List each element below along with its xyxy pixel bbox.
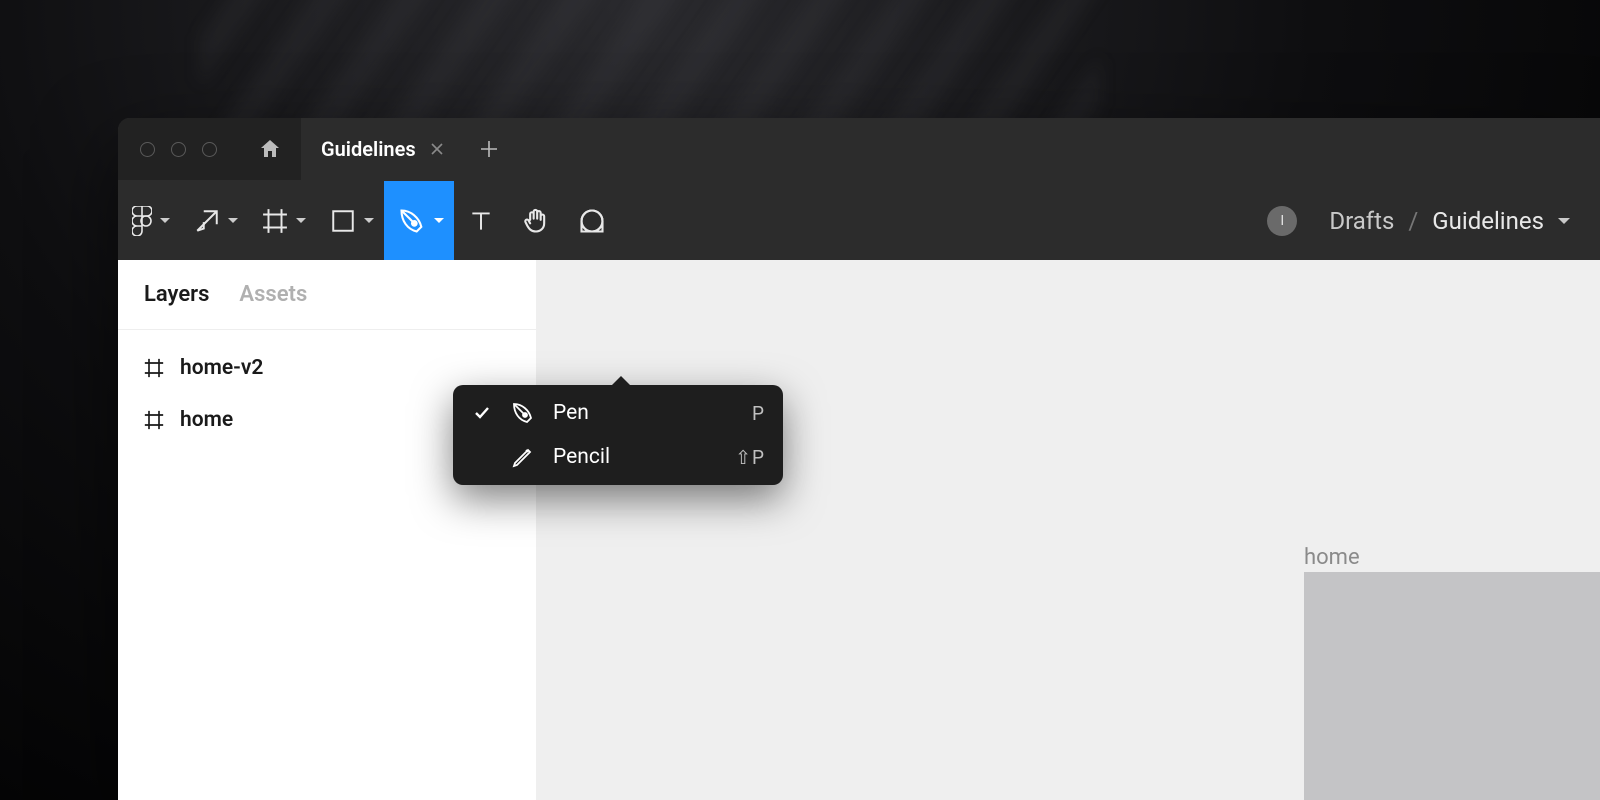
pencil-icon [509, 445, 537, 469]
chevron-down-icon [160, 218, 170, 223]
layer-name: home-v2 [180, 356, 263, 380]
tool-comment[interactable] [564, 181, 620, 260]
chevron-down-icon [434, 218, 444, 223]
dropdown-item-label: Pencil [553, 445, 719, 469]
canvas[interactable]: home [536, 260, 1600, 800]
canvas-frame[interactable] [1304, 572, 1600, 800]
tab-guidelines[interactable]: Guidelines [301, 118, 464, 180]
sidebar-tabs: Layers Assets [118, 260, 536, 330]
chevron-down-icon [364, 218, 374, 223]
tab-close-button[interactable] [430, 142, 444, 156]
tool-text[interactable] [454, 181, 508, 260]
frame-icon [262, 208, 288, 234]
pen-icon [398, 207, 426, 235]
toolbar: I Drafts / Guidelines [118, 180, 1600, 260]
dropdown-item-shortcut: P [752, 402, 765, 425]
chevron-down-icon[interactable] [1558, 218, 1570, 224]
new-tab-button[interactable] [464, 118, 514, 180]
breadcrumb-separator: / [1408, 207, 1418, 235]
tool-hand[interactable] [508, 181, 564, 260]
dropdown-item-shortcut: ⇧P [735, 446, 765, 469]
home-button[interactable] [239, 118, 301, 180]
canvas-frame-label[interactable]: home [1304, 545, 1360, 570]
chevron-down-icon [296, 218, 306, 223]
sidebar-tab-layers[interactable]: Layers [144, 282, 209, 307]
tool-figma-menu[interactable] [118, 181, 180, 260]
sidebar: Layers Assets home-v2 home [118, 260, 536, 800]
tab-label: Guidelines [321, 137, 416, 161]
dropdown-item-pen[interactable]: Pen P [453, 391, 783, 435]
avatar[interactable]: I [1267, 206, 1297, 236]
tool-move[interactable] [180, 181, 248, 260]
tool-shape[interactable] [316, 181, 384, 260]
text-icon [468, 208, 494, 234]
pen-tool-dropdown: Pen P Pencil ⇧P [453, 385, 783, 485]
breadcrumb-file[interactable]: Guidelines [1432, 207, 1544, 235]
window-traffic-lights [118, 118, 239, 180]
comment-icon [578, 207, 606, 235]
traffic-minimize[interactable] [171, 142, 186, 157]
home-icon [258, 137, 282, 161]
layer-name: home [180, 408, 233, 432]
pen-icon [509, 401, 537, 425]
plus-icon [480, 140, 498, 158]
tool-frame[interactable] [248, 181, 316, 260]
frame-icon [144, 410, 164, 430]
breadcrumb-location[interactable]: Drafts [1329, 207, 1394, 235]
titlebar: Guidelines [118, 118, 1600, 180]
workspace: Layers Assets home-v2 home home [118, 260, 1600, 800]
dropdown-item-pencil[interactable]: Pencil ⇧P [453, 435, 783, 479]
traffic-close[interactable] [140, 142, 155, 157]
traffic-zoom[interactable] [202, 142, 217, 157]
rectangle-icon [330, 208, 356, 234]
frame-icon [144, 358, 164, 378]
avatar-initial: I [1280, 213, 1284, 229]
dropdown-item-label: Pen [553, 401, 736, 425]
move-icon [194, 208, 220, 234]
app-window: Guidelines [118, 118, 1600, 800]
close-icon [430, 142, 444, 156]
chevron-down-icon [228, 218, 238, 223]
figma-logo-icon [132, 206, 152, 236]
check-icon [471, 405, 493, 421]
sidebar-tab-assets[interactable]: Assets [239, 282, 307, 307]
hand-icon [522, 207, 550, 235]
tool-pen[interactable] [384, 181, 454, 260]
breadcrumb: I Drafts / Guidelines [1267, 181, 1600, 260]
